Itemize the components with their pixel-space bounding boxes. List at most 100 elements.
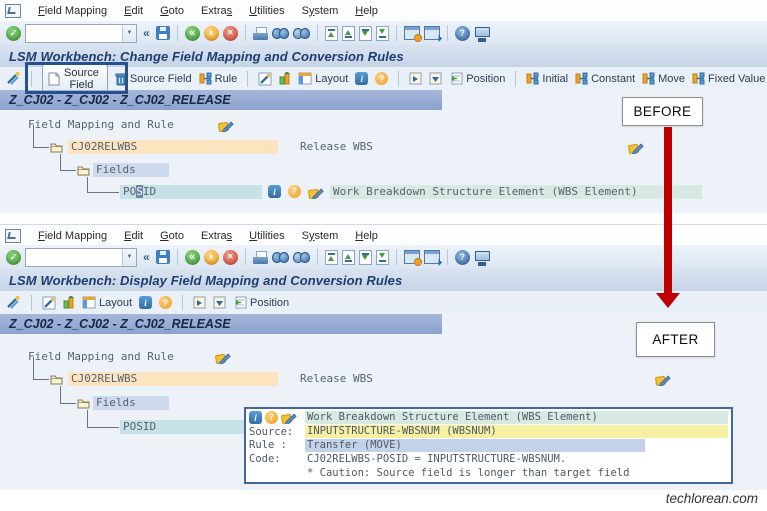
question-help-icon[interactable]: ? — [288, 185, 301, 198]
next-page-icon[interactable] — [359, 26, 372, 41]
last-page-icon[interactable] — [376, 26, 389, 41]
info-icon[interactable]: i — [355, 72, 368, 85]
field-name[interactable]: POSID — [120, 185, 262, 199]
previous-page-icon[interactable] — [342, 250, 355, 265]
fields-folder[interactable]: Fields — [93, 396, 169, 410]
menu-help[interactable]: Help — [355, 230, 378, 242]
menu-field-mapping[interactable]: Field Mapping — [38, 5, 107, 17]
initial-button[interactable]: Initial — [526, 72, 568, 85]
structure-node[interactable]: CJ02RELWBS — [68, 140, 278, 154]
question-help-icon[interactable]: ? — [375, 72, 388, 85]
fields-folder[interactable]: Fields — [93, 163, 169, 177]
change-note-icon[interactable] — [655, 373, 671, 386]
first-page-icon[interactable] — [325, 26, 338, 41]
tree-node-row[interactable]: CJ02RELWBS — [68, 372, 278, 386]
layout-button[interactable]: Layout — [82, 296, 132, 309]
collapse-toolbar-icon[interactable]: « — [143, 250, 150, 264]
menu-goto[interactable]: Goto — [160, 5, 184, 17]
menu-utilities[interactable]: Utilities — [249, 230, 284, 242]
info-icon[interactable]: i — [249, 411, 262, 424]
local-layout-icon[interactable] — [474, 251, 490, 264]
create-shortcut-icon[interactable] — [424, 250, 440, 264]
exit-icon[interactable]: ∧ — [204, 250, 219, 265]
help-icon[interactable]: ? — [455, 250, 470, 265]
tree-field-row[interactable]: POSID — [120, 185, 262, 199]
menu-edit[interactable]: Edit — [124, 230, 143, 242]
folder-icon[interactable] — [77, 398, 90, 409]
first-page-icon[interactable] — [325, 250, 338, 265]
find-icon[interactable] — [272, 252, 289, 263]
display-change-icon[interactable] — [258, 72, 272, 86]
tree-field-row[interactable]: POSID — [120, 420, 246, 434]
menu-extras[interactable]: Extras — [201, 5, 232, 17]
menu-help[interactable]: Help — [355, 5, 378, 17]
menu-system[interactable]: System — [302, 230, 339, 242]
create-shortcut-icon[interactable] — [424, 26, 440, 40]
menu-field-mapping[interactable]: Field Mapping — [38, 230, 107, 242]
combo-dropdown-icon[interactable]: ▼ — [122, 249, 136, 266]
auto-mapping-icon[interactable] — [279, 72, 291, 85]
previous-page-icon[interactable] — [342, 26, 355, 41]
command-input[interactable] — [26, 251, 122, 264]
find-next-icon[interactable] — [293, 28, 310, 39]
save-icon[interactable] — [156, 26, 170, 40]
tree-node-row[interactable]: CJ02RELWBS — [68, 140, 278, 154]
save-icon[interactable] — [156, 250, 170, 264]
tree-root-node[interactable]: Field Mapping and Rule — [28, 350, 174, 364]
field-name[interactable]: POSID — [120, 420, 246, 434]
rule-button[interactable]: Rule — [199, 72, 238, 85]
menu-goto[interactable]: Goto — [160, 230, 184, 242]
change-note-icon[interactable] — [218, 119, 234, 132]
tree-root-node[interactable]: Field Mapping and Rule — [28, 118, 174, 132]
back-icon[interactable]: « — [185, 250, 200, 265]
enter-icon[interactable]: ✓ — [6, 26, 21, 41]
tree-folder-row[interactable]: Fields — [93, 163, 169, 177]
cancel-icon[interactable]: ✕ — [223, 250, 238, 265]
info-icon[interactable]: i — [139, 296, 152, 309]
menu-extras[interactable]: Extras — [201, 230, 232, 242]
command-field[interactable]: ▼ — [25, 24, 137, 43]
change-note-icon[interactable] — [215, 351, 231, 364]
collapse-toolbar-icon[interactable]: « — [143, 26, 150, 40]
wand-icon[interactable] — [5, 295, 21, 310]
question-help-icon[interactable]: ? — [265, 411, 278, 424]
command-field[interactable]: ▼ — [25, 248, 137, 267]
combo-dropdown-icon[interactable]: ▼ — [122, 25, 136, 42]
enter-icon[interactable]: ✓ — [6, 250, 21, 265]
folder-icon[interactable] — [77, 165, 90, 176]
new-session-icon[interactable] — [404, 250, 420, 264]
expand-all-icon[interactable] — [193, 296, 206, 309]
question-help-icon[interactable]: ? — [159, 296, 172, 309]
auto-mapping-icon[interactable] — [63, 296, 75, 309]
find-next-icon[interactable] — [293, 252, 310, 263]
help-icon[interactable]: ? — [455, 26, 470, 41]
tree-folder-row[interactable]: Fields — [93, 396, 169, 410]
next-page-icon[interactable] — [359, 250, 372, 265]
print-icon[interactable] — [253, 251, 268, 264]
menu-utilities[interactable]: Utilities — [249, 5, 284, 17]
cancel-icon[interactable]: ✕ — [223, 26, 238, 41]
system-menu-icon[interactable] — [5, 229, 21, 243]
layout-button[interactable]: Layout — [298, 72, 348, 85]
delete-source-field-button[interactable]: Source Field — [115, 72, 192, 86]
change-note-icon[interactable] — [281, 411, 297, 424]
expand-all-icon[interactable] — [409, 72, 422, 85]
wand-icon[interactable] — [5, 71, 21, 86]
last-page-icon[interactable] — [376, 250, 389, 265]
collapse-all-icon[interactable] — [429, 72, 442, 85]
back-icon[interactable]: « — [185, 26, 200, 41]
fixed-value-button[interactable]: Fixed Value — [692, 72, 765, 85]
position-button[interactable]: Position — [233, 296, 289, 309]
change-note-icon[interactable] — [308, 186, 324, 199]
system-menu-icon[interactable] — [5, 4, 21, 18]
local-layout-icon[interactable] — [474, 27, 490, 40]
info-icon[interactable]: i — [268, 185, 281, 198]
command-input[interactable] — [26, 27, 122, 40]
folder-icon[interactable] — [50, 374, 63, 385]
folder-icon[interactable] — [50, 142, 63, 153]
menu-system[interactable]: System — [302, 5, 339, 17]
print-icon[interactable] — [253, 27, 268, 40]
new-session-icon[interactable] — [404, 26, 420, 40]
position-button[interactable]: Position — [449, 72, 505, 85]
menu-edit[interactable]: Edit — [124, 5, 143, 17]
